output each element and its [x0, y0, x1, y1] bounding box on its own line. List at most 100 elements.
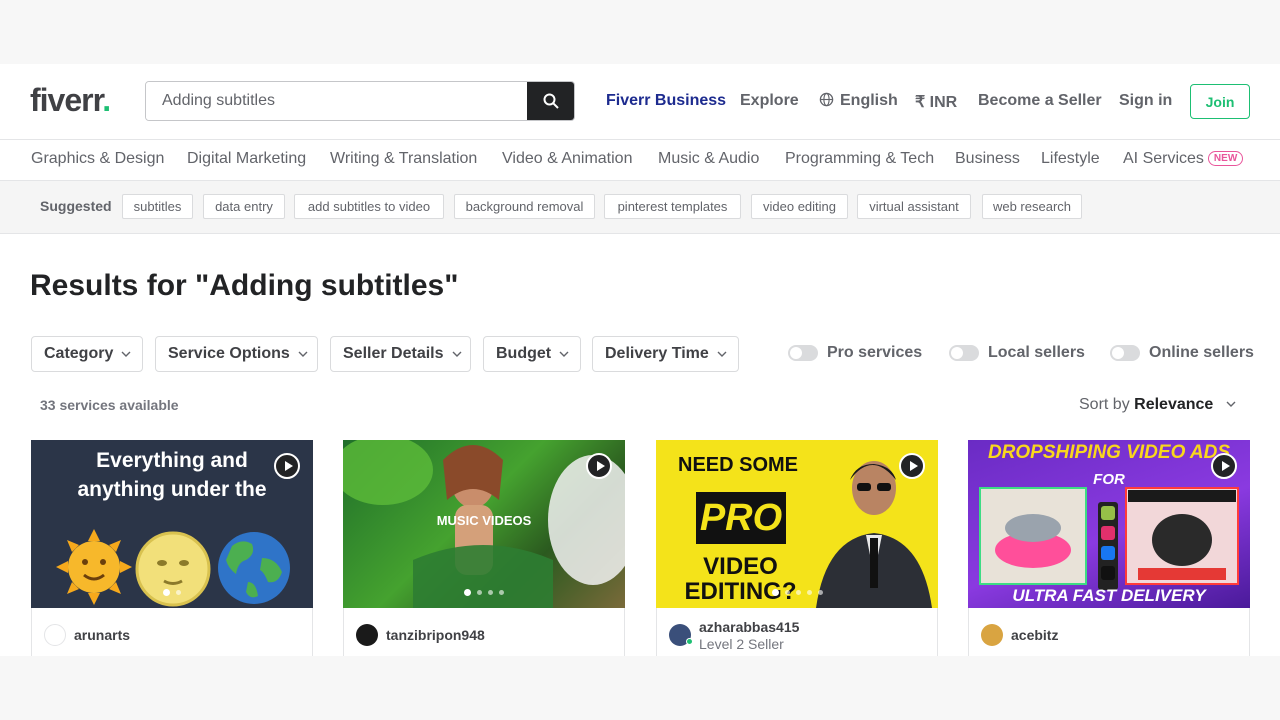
fiverr-logo[interactable]: fiverr. — [30, 82, 111, 119]
gig-card[interactable]: DROPSHIPING VIDEO ADS FOR ULTRA FAST DEL… — [968, 440, 1250, 656]
avatar[interactable] — [44, 624, 66, 646]
nav-language[interactable]: English — [819, 92, 898, 110]
suggested-chip[interactable]: video editing — [751, 194, 848, 219]
gig-card-footer: tanzibripon948 — [343, 608, 625, 656]
nav-sign-in[interactable]: Sign in — [1119, 92, 1172, 110]
carousel-dot[interactable] — [806, 590, 812, 595]
thumbnail-text: ULTRA FAST DELIVERY — [1012, 586, 1206, 605]
filter-budget[interactable]: Budget — [483, 336, 581, 372]
filter-label: Budget — [496, 345, 552, 362]
carousel-dots — [31, 589, 313, 596]
category-music-audio[interactable]: Music & Audio — [658, 150, 759, 168]
category-menu: Graphics & Design Digital Marketing Writ… — [0, 140, 1280, 180]
suggested-chip[interactable]: subtitles — [122, 194, 193, 219]
chevron-down-icon — [298, 351, 308, 357]
services-count: 33 services available — [40, 397, 179, 413]
gig-card[interactable]: Everything and anything under the arunart… — [31, 440, 313, 656]
carousel-dot[interactable] — [477, 590, 482, 595]
filter-label: Delivery Time — [605, 345, 709, 362]
join-button[interactable]: Join — [1190, 84, 1250, 119]
globe-icon — [819, 92, 834, 107]
thumbnail-text: MUSIC VIDEOS — [436, 513, 532, 528]
results-title: Results for "Adding subtitles" — [30, 269, 459, 302]
carousel-dot[interactable] — [784, 590, 790, 595]
sort-value: Relevance — [1134, 396, 1214, 413]
carousel-dot[interactable] — [163, 589, 170, 596]
category-writing-translation[interactable]: Writing & Translation — [330, 150, 477, 168]
gig-card[interactable]: MUSIC VIDEOS tanzibripon948 — [343, 440, 625, 656]
toggle-switch[interactable] — [1110, 345, 1140, 361]
carousel-dot[interactable] — [795, 590, 801, 595]
nav-explore[interactable]: Explore — [740, 92, 799, 110]
search-button[interactable] — [527, 82, 574, 120]
ai-services-label: AI Services — [1123, 150, 1204, 167]
avatar[interactable] — [356, 624, 378, 646]
carousel-dot[interactable] — [817, 590, 823, 595]
search-bar — [145, 81, 575, 121]
suggested-chip[interactable]: data entry — [203, 194, 285, 219]
toggle-switch[interactable] — [788, 345, 818, 361]
category-programming-tech[interactable]: Programming & Tech — [785, 150, 934, 168]
suggested-chip[interactable]: web research — [982, 194, 1082, 219]
search-icon — [543, 93, 559, 109]
nav-currency[interactable]: ₹ INR — [915, 92, 957, 112]
chevron-down-icon — [121, 351, 131, 357]
gig-thumbnail[interactable]: DROPSHIPING VIDEO ADS FOR ULTRA FAST DEL… — [968, 440, 1250, 608]
gig-card-footer: acebitz — [968, 608, 1250, 656]
logo-dot: . — [102, 82, 111, 118]
toggle-pro-services[interactable]: Pro services — [788, 344, 922, 362]
carousel-dot[interactable] — [464, 589, 471, 596]
seller-name[interactable]: tanzibripon948 — [386, 627, 485, 643]
header: fiverr. Fiverr Business Explore English … — [0, 64, 1280, 140]
suggested-bar: Suggested subtitles data entry add subti… — [0, 180, 1280, 234]
category-digital-marketing[interactable]: Digital Marketing — [187, 150, 306, 168]
chevron-down-icon — [717, 351, 727, 357]
seller-portrait-image — [816, 461, 932, 608]
gig-thumbnail[interactable]: MUSIC VIDEOS — [343, 440, 625, 608]
seller-name[interactable]: acebitz — [1011, 627, 1058, 643]
avatar[interactable] — [981, 624, 1003, 646]
toggle-online-sellers[interactable]: Online sellers — [1110, 344, 1254, 362]
suggested-chip[interactable]: add subtitles to video — [294, 194, 444, 219]
filter-seller-details[interactable]: Seller Details — [330, 336, 471, 372]
gig-thumbnail[interactable]: NEED SOME PRO VIDEO EDITING? — [656, 440, 938, 608]
toggle-switch[interactable] — [949, 345, 979, 361]
carousel-dot[interactable] — [176, 590, 181, 595]
suggested-chip[interactable]: pinterest templates — [604, 194, 741, 219]
play-icon[interactable] — [274, 453, 300, 479]
gig-thumbnail[interactable]: Everything and anything under the — [31, 440, 313, 608]
chevron-down-icon — [559, 351, 569, 357]
filter-service-options[interactable]: Service Options — [155, 336, 318, 372]
carousel-dot[interactable] — [771, 589, 779, 596]
category-video-animation[interactable]: Video & Animation — [502, 150, 632, 168]
gig-card-footer: arunarts — [31, 608, 313, 656]
suggested-label: Suggested — [40, 198, 112, 214]
nav-fiverr-business[interactable]: Fiverr Business — [606, 92, 726, 110]
category-graphics-design[interactable]: Graphics & Design — [31, 150, 164, 168]
suggested-chip[interactable]: background removal — [454, 194, 595, 219]
carousel-dot[interactable] — [488, 590, 493, 595]
sort-dropdown[interactable]: Sort by Relevance — [1079, 396, 1236, 414]
seller-name[interactable]: azharabbas415 — [699, 619, 799, 635]
filter-delivery-time[interactable]: Delivery Time — [592, 336, 739, 372]
category-ai-services[interactable]: AI Services NEW — [1123, 150, 1244, 168]
gig-card-footer: azharabbas415 Level 2 Seller — [656, 608, 938, 656]
suggested-chip[interactable]: virtual assistant — [857, 194, 971, 219]
carousel-dots — [343, 589, 625, 596]
carousel-dots — [656, 589, 938, 596]
gig-card[interactable]: NEED SOME PRO VIDEO EDITING? azharabbas41… — [656, 440, 938, 656]
product-images-icon — [979, 487, 1239, 590]
play-icon[interactable] — [586, 453, 612, 479]
new-badge: NEW — [1207, 151, 1244, 166]
play-icon[interactable] — [1211, 453, 1237, 479]
search-input[interactable] — [146, 82, 528, 120]
seller-name[interactable]: arunarts — [74, 627, 130, 643]
category-lifestyle[interactable]: Lifestyle — [1041, 150, 1100, 168]
filter-label: Seller Details — [343, 345, 444, 362]
carousel-dot[interactable] — [499, 590, 504, 595]
toggle-local-sellers[interactable]: Local sellers — [949, 344, 1085, 362]
play-icon[interactable] — [899, 453, 925, 479]
nav-become-seller[interactable]: Become a Seller — [978, 92, 1102, 110]
category-business[interactable]: Business — [955, 150, 1020, 168]
filter-category[interactable]: Category — [31, 336, 143, 372]
